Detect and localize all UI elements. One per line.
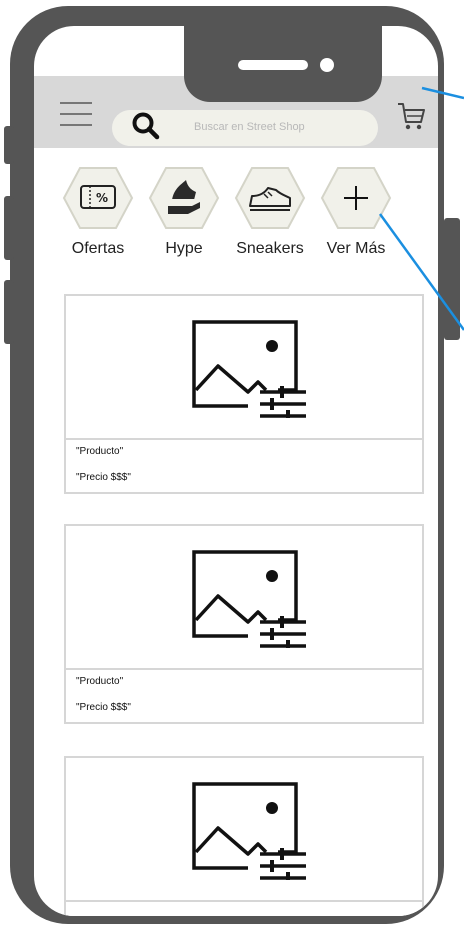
cart-icon[interactable] (396, 100, 426, 132)
product-image (66, 526, 422, 670)
product-name: "Producto" (76, 676, 124, 687)
product-name: "Producto" (76, 446, 124, 457)
image-placeholder-icon (192, 320, 306, 418)
search-icon[interactable] (132, 112, 160, 140)
front-camera (320, 58, 334, 72)
plus-icon (320, 167, 392, 229)
sneaker-icon (234, 167, 306, 229)
category-ver-mas[interactable]: Ver Más (316, 166, 396, 258)
image-placeholder-icon (192, 782, 306, 880)
product-price: "Precio $$$" (76, 702, 131, 713)
phone-screen: Buscar en Street Shop % Ofertas Hype Sne… (34, 26, 438, 916)
search-input[interactable]: Buscar en Street Shop (194, 121, 305, 133)
product-card[interactable]: "Producto" "Precio $$$" (64, 524, 424, 724)
image-placeholder-icon (192, 550, 306, 648)
product-card[interactable]: "Producto" "Precio $$$" (64, 294, 424, 494)
svg-text:%: % (96, 191, 108, 205)
phone-body: Buscar en Street Shop % Ofertas Hype Sne… (10, 6, 444, 924)
product-card[interactable] (64, 756, 424, 916)
category-row: % Ofertas Hype Sneakers Ver Más (34, 166, 438, 276)
category-label: Sneakers (236, 240, 304, 257)
category-hype[interactable]: Hype (144, 166, 224, 258)
menu-icon[interactable] (60, 102, 92, 130)
speaker (238, 60, 308, 70)
category-label: Ver Más (326, 240, 386, 257)
category-label: Ofertas (71, 240, 125, 257)
search-bar[interactable]: Buscar en Street Shop (112, 110, 378, 146)
category-label: Hype (165, 240, 203, 257)
power-button (444, 218, 460, 340)
product-image (66, 296, 422, 440)
notch (184, 26, 382, 102)
product-image (66, 758, 422, 902)
category-sneakers[interactable]: Sneakers (230, 166, 310, 258)
product-price: "Precio $$$" (76, 472, 131, 483)
category-ofertas[interactable]: % Ofertas (58, 166, 138, 258)
ticket-percent-icon: % (62, 167, 134, 229)
hype-hand-icon (148, 167, 220, 229)
